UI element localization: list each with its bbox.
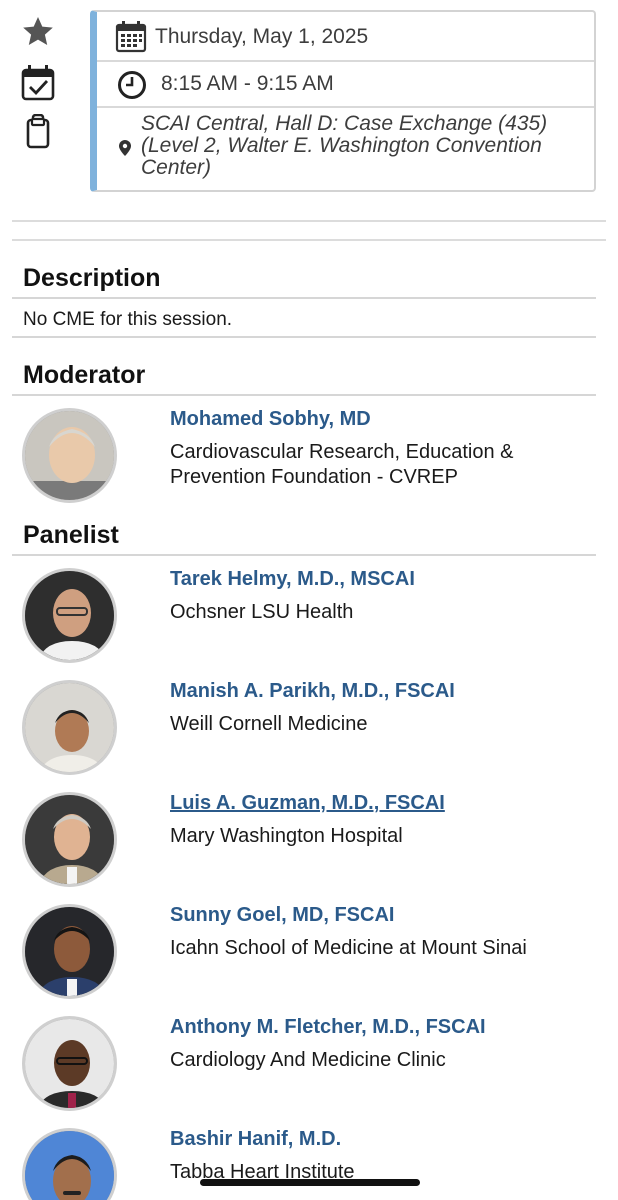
clock-icon — [117, 70, 147, 106]
moderator-item: Mohamed Sobhy, MD Cardiovascular Researc… — [0, 408, 618, 508]
avatar — [22, 904, 117, 999]
session-location: SCAI Central, Hall D: Case Exchange (435… — [141, 112, 548, 179]
panelist-heading: Panelist — [23, 521, 119, 549]
section-divider — [12, 554, 596, 556]
panelist-item: Manish A. Parikh, M.D., FSCAI Weill Corn… — [0, 680, 618, 780]
star-icon[interactable] — [20, 14, 56, 50]
avatar — [22, 792, 117, 887]
panelist-name[interactable]: Tarek Helmy, M.D., MSCAI — [170, 568, 415, 591]
panelist-org: Ochsner LSU Health — [170, 601, 354, 623]
section-divider — [12, 297, 596, 299]
panelist-org: Weill Cornell Medicine — [170, 713, 368, 735]
panelist-name[interactable]: Luis A. Guzman, M.D., FSCAI — [170, 792, 445, 815]
section-divider — [12, 394, 596, 396]
panelist-item: Bashir Hanif, M.D. Tabba Heart Institute — [0, 1128, 618, 1200]
clipboard-icon[interactable] — [20, 114, 56, 150]
description-text: No CME for this session. — [23, 309, 233, 330]
avatar — [22, 680, 117, 775]
avatar — [22, 1016, 117, 1111]
panelist-name[interactable]: Anthony M. Fletcher, M.D., FSCAI — [170, 1016, 486, 1039]
divider — [12, 239, 606, 241]
section-divider — [12, 336, 596, 338]
home-indicator[interactable] — [200, 1179, 420, 1186]
panelist-item: Sunny Goel, MD, FSCAI Icahn School of Me… — [0, 904, 618, 1004]
calendar-check-icon[interactable] — [20, 64, 56, 101]
calendar-icon — [115, 21, 147, 59]
session-location-row: SCAI Central, Hall D: Case Exchange (435… — [97, 108, 594, 186]
panelist-item: Luis A. Guzman, M.D., FSCAI Mary Washing… — [0, 792, 618, 892]
location-pin-icon — [119, 138, 131, 162]
description-heading: Description — [23, 264, 161, 292]
avatar — [22, 408, 117, 503]
panelist-item: Anthony M. Fletcher, M.D., FSCAI Cardiol… — [0, 1016, 618, 1116]
panelist-name[interactable]: Sunny Goel, MD, FSCAI — [170, 904, 394, 927]
session-date: Thursday, May 1, 2025 — [155, 25, 369, 48]
avatar — [22, 568, 117, 663]
divider — [12, 220, 606, 222]
moderator-org: Cardiovascular Research, Education & Pre… — [170, 441, 514, 488]
session-date-row: Thursday, May 1, 2025 — [97, 12, 594, 62]
avatar — [22, 1128, 117, 1200]
panelist-org: Icahn School of Medicine at Mount Sinai — [170, 937, 527, 959]
panelist-name[interactable]: Manish A. Parikh, M.D., FSCAI — [170, 680, 455, 703]
panelist-org: Mary Washington Hospital — [170, 825, 403, 847]
session-header: Thursday, May 1, 2025 8:15 AM - 9:15 AM … — [0, 0, 618, 222]
session-time-row: 8:15 AM - 9:15 AM — [97, 62, 594, 108]
panelist-org: Cardiology And Medicine Clinic — [170, 1049, 446, 1071]
moderator-heading: Moderator — [23, 361, 146, 389]
panelist-item: Tarek Helmy, M.D., MSCAI Ochsner LSU Hea… — [0, 568, 618, 668]
action-icons — [20, 14, 60, 164]
session-time: 8:15 AM - 9:15 AM — [161, 72, 334, 95]
session-info-card: Thursday, May 1, 2025 8:15 AM - 9:15 AM … — [90, 10, 596, 192]
moderator-name[interactable]: Mohamed Sobhy, MD — [170, 408, 371, 431]
panelist-name[interactable]: Bashir Hanif, M.D. — [170, 1128, 341, 1151]
